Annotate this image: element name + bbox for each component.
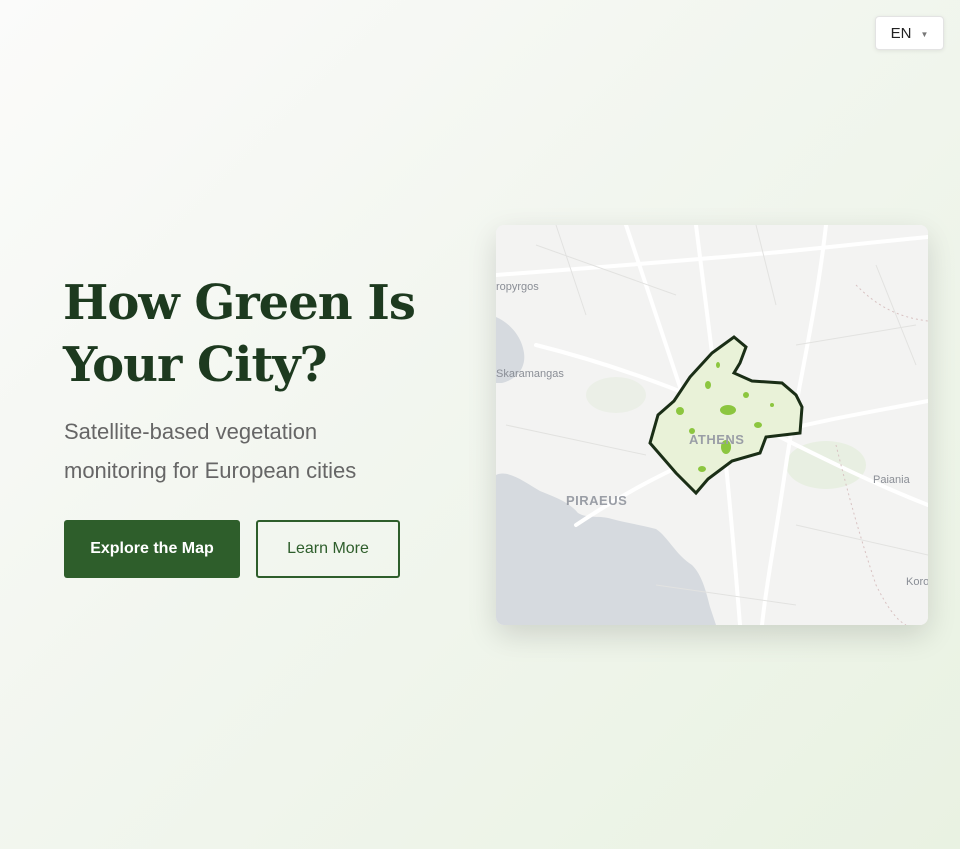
map-label-paiania: Paiania	[873, 474, 910, 486]
map-label-aspropyrgos: ropyrgos	[496, 281, 539, 293]
map-green-area	[586, 377, 646, 413]
map-label-piraeus: PIRAEUS	[566, 493, 628, 508]
map-graphic	[496, 225, 928, 625]
map-label-skaramangas: Skaramangas	[496, 368, 564, 380]
learn-more-button[interactable]: Learn More	[256, 520, 400, 578]
map-label-athens: ATHENS	[689, 432, 745, 447]
city-map-preview[interactable]: ropyrgos Skaramangas PIRAEUS ATHENS Paia…	[496, 225, 928, 625]
language-selector[interactable]: EN ▼	[875, 16, 944, 50]
hero-subtitle: Satellite-based vegetation monitoring fo…	[64, 419, 357, 483]
hero-title: How Green Is Your City?	[63, 275, 416, 393]
language-value: EN	[890, 24, 912, 42]
caret-down-icon: ▼	[920, 29, 929, 39]
map-green-area	[786, 441, 866, 489]
explore-map-button[interactable]: Explore the Map	[64, 520, 240, 578]
map-label-koropi: Koro	[906, 576, 928, 588]
